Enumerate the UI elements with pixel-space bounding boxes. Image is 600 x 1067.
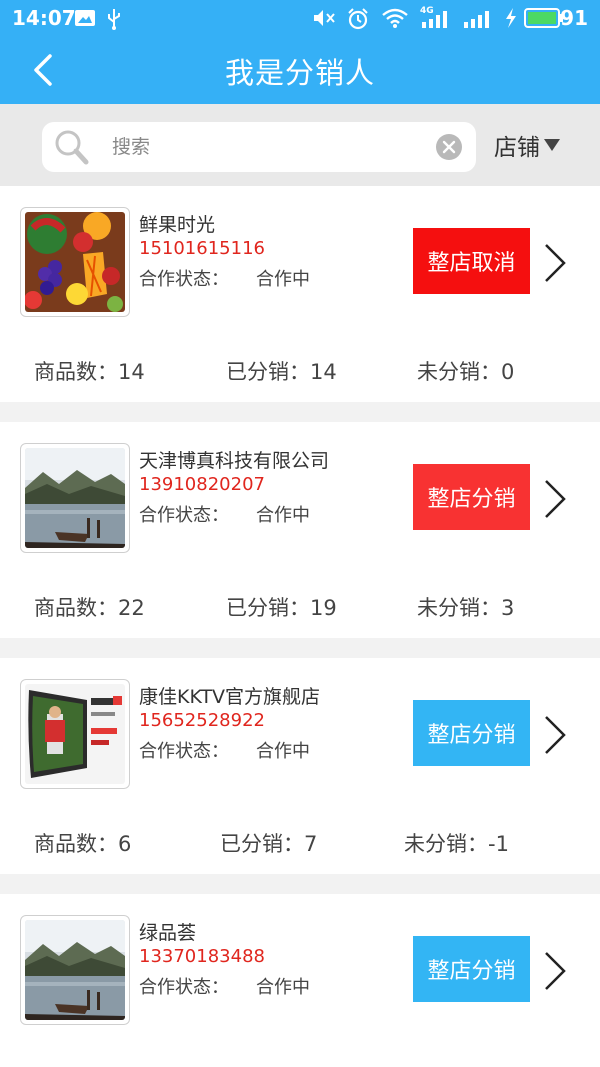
distributed-count: 已分销：7 [220, 832, 318, 856]
status-value: 合作中 [256, 741, 310, 762]
chevron-right-icon[interactable] [540, 949, 570, 993]
status-label: 合作状态： [139, 741, 229, 762]
distributed-count: 已分销：14 [226, 360, 337, 384]
status-value: 合作中 [256, 977, 310, 998]
undistributed-count: 未分销：-1 [404, 832, 509, 856]
product-count: 商品数：14 [34, 360, 145, 384]
lake-landscape-image [25, 920, 125, 1020]
shop-card[interactable]: 鲜果时光 15101615116 合作状态： 合作中 整店取消 商品数：14 已… [0, 186, 600, 402]
shop-thumbnail [20, 443, 130, 553]
cancel-store-button[interactable]: 整店取消 [413, 228, 530, 294]
caret-down-icon [544, 139, 560, 151]
shop-card[interactable]: 康佳KKTV官方旗舰店 15652528922 合作状态： 合作中 整店分销 商… [0, 658, 600, 874]
battery-icon [524, 8, 563, 28]
lake-landscape-image [25, 448, 125, 548]
mute-icon [314, 10, 335, 26]
search-box[interactable] [42, 122, 476, 172]
shop-phone: 15652528922 [139, 710, 265, 731]
shop-phone: 15101615116 [139, 238, 265, 259]
battery-percent: 91 [560, 6, 588, 30]
shop-name: 天津博真科技有限公司 [139, 450, 330, 472]
undistributed-count: 未分销：0 [417, 360, 515, 384]
filter-dropdown-label: 店铺 [494, 135, 540, 161]
shop-phone: 13910820207 [139, 474, 265, 495]
product-count: 商品数：6 [34, 832, 132, 856]
signal-icon [464, 11, 489, 28]
shop-card[interactable]: 天津博真科技有限公司 13910820207 合作状态： 合作中 整店分销 商品… [0, 422, 600, 638]
shop-list: 鲜果时光 15101615116 合作状态： 合作中 整店取消 商品数：14 已… [0, 186, 600, 1067]
image-icon [75, 10, 95, 26]
charging-icon [506, 8, 516, 28]
chevron-right-icon[interactable] [540, 241, 570, 285]
shop-thumbnail [20, 679, 130, 789]
usb-icon [108, 9, 120, 30]
tv-product-image [25, 684, 125, 784]
status-label: 合作状态： [139, 977, 229, 998]
signal-4g-icon [422, 11, 447, 28]
shop-name: 绿品荟 [139, 922, 197, 944]
search-icon [55, 130, 89, 165]
status-label: 合作状态： [139, 269, 229, 290]
shop-thumbnail [20, 207, 130, 317]
chevron-right-icon[interactable] [540, 477, 570, 521]
undistributed-count: 未分销：3 [417, 596, 515, 620]
title-bar: 我是分销人 [0, 36, 600, 104]
shop-name: 康佳KKTV官方旗舰店 [139, 686, 321, 708]
distribute-store-button[interactable]: 整店分销 [413, 464, 530, 530]
shop-phone: 13370183488 [139, 946, 265, 967]
shop-name: 鲜果时光 [139, 214, 216, 236]
page-title: 我是分销人 [224, 56, 375, 90]
product-count: 商品数：22 [34, 596, 145, 620]
wifi-icon [382, 8, 408, 28]
search-input[interactable] [112, 132, 432, 162]
filter-dropdown[interactable]: 店铺 [494, 128, 560, 162]
alarm-icon [348, 8, 368, 30]
status-label: 合作状态： [139, 505, 229, 526]
distribute-store-button[interactable]: 整店分销 [413, 936, 530, 1002]
status-bar: 14:07 4G 91 [0, 0, 600, 36]
chevron-right-icon[interactable] [540, 713, 570, 757]
clear-icon[interactable] [436, 134, 462, 160]
distribute-store-button[interactable]: 整店分销 [413, 700, 530, 766]
distributed-count: 已分销：19 [226, 596, 337, 620]
status-value: 合作中 [256, 269, 310, 290]
search-bar: 店铺 [0, 104, 600, 186]
shop-thumbnail [20, 915, 130, 1025]
status-value: 合作中 [256, 505, 310, 526]
fruit-image [25, 212, 125, 312]
status-time: 14:07 [12, 6, 76, 30]
shop-card[interactable]: 绿品荟 13370183488 合作状态： 合作中 整店分销 [0, 894, 600, 1067]
